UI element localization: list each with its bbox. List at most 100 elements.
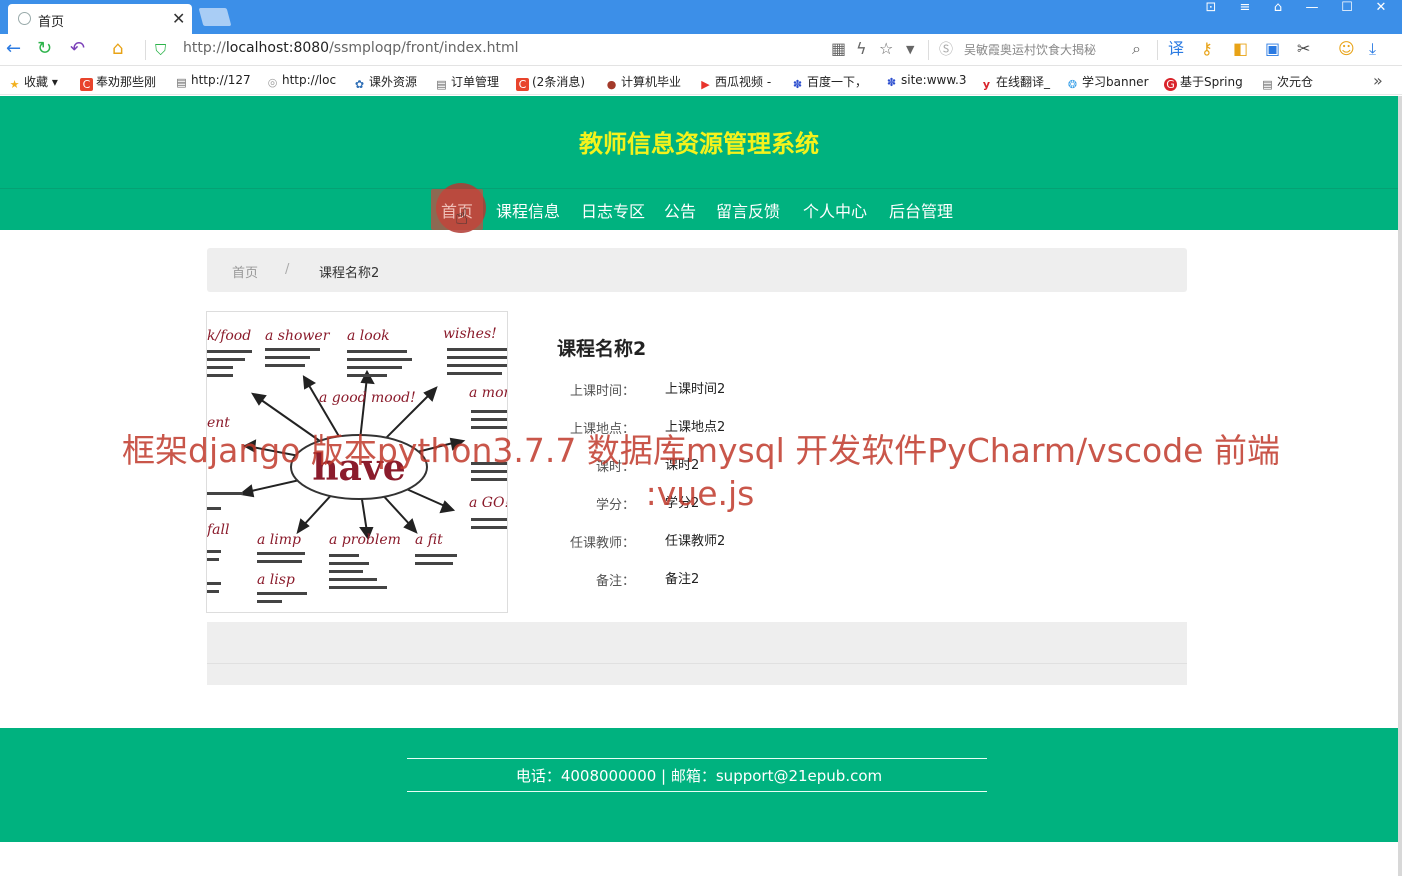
course-title: 课程名称2 bbox=[557, 338, 647, 360]
lightning-icon[interactable]: ϟ bbox=[856, 39, 867, 59]
scissors-icon[interactable]: ✂ bbox=[1297, 39, 1310, 59]
shield-icon bbox=[18, 12, 31, 25]
page-icon: ▤ bbox=[1262, 78, 1273, 91]
bookmark-item[interactable]: ● 计算机毕业 bbox=[605, 73, 681, 91]
bookmark-item[interactable]: ✽ 百度一下， bbox=[791, 73, 867, 91]
key-icon[interactable]: ⚷ bbox=[1201, 39, 1213, 59]
site-header: 教师信息资源管理系统 bbox=[0, 96, 1398, 188]
watermark-line-1: 框架django 版本python3.7.7 数据库mysql 开发软件PyCh… bbox=[122, 431, 1280, 470]
breadcrumb: 首页 / 课程名称2 bbox=[207, 248, 1187, 292]
emoji-icon[interactable]: ☺ bbox=[1338, 39, 1355, 59]
tab-title: 首页 bbox=[38, 15, 65, 30]
search-icon[interactable]: ⌕ bbox=[1132, 39, 1141, 59]
play-icon: ▶ bbox=[701, 78, 710, 91]
url-field[interactable]: http://localhost:8080/ssmploqp/front/ind… bbox=[183, 40, 519, 56]
content-panel-header bbox=[207, 622, 1187, 664]
url-host: localhost:8080 bbox=[225, 40, 330, 56]
svg-text:a problem: a problem bbox=[329, 532, 401, 548]
bookmark-item[interactable]: ✽ site:www.3 bbox=[885, 73, 967, 89]
bookmarks-bar: ★ 收藏 ▾ C 奉劝那些刚 ▤ http://127 ◎ http://loc ✿ 课外… bbox=[0, 67, 1402, 95]
bookmark-item[interactable]: C 奉劝那些刚 bbox=[80, 73, 156, 91]
page-icon: ▤ bbox=[176, 76, 187, 89]
extension-icon[interactable]: ◧ bbox=[1233, 39, 1248, 59]
nav-item-journal[interactable]: 日志专区 bbox=[581, 198, 645, 222]
tab-count-icon[interactable]: ⊡ bbox=[1197, 0, 1225, 18]
label-class-time: 上课时间： bbox=[569, 384, 635, 399]
watermark-line-2: :vue.js bbox=[645, 474, 755, 513]
url-prefix: http:// bbox=[183, 40, 226, 56]
gear-icon: ❂ bbox=[1067, 78, 1078, 91]
site-footer: 电话：4008000000 | 邮箱：support@21epub.com bbox=[0, 728, 1398, 842]
download-icon[interactable]: ⤓ bbox=[1369, 39, 1376, 59]
bookmark-item[interactable]: ◎ http://loc bbox=[266, 73, 336, 89]
footer-divider-bottom bbox=[407, 791, 987, 792]
svg-text:a limp: a limp bbox=[257, 532, 301, 548]
url-path: /ssmploqp/front/index.html bbox=[329, 40, 519, 56]
csdn-icon: C bbox=[516, 78, 529, 91]
chevron-down-icon[interactable]: ▼ bbox=[906, 40, 914, 60]
hand-cursor-icon: ☝ bbox=[455, 205, 469, 230]
csdn-icon: C bbox=[80, 78, 93, 91]
content-panel-body bbox=[207, 664, 1187, 685]
new-tab-button[interactable] bbox=[198, 8, 232, 26]
maximize-icon[interactable]: ☐ bbox=[1333, 0, 1361, 18]
bookmark-item[interactable]: ▤ http://127 bbox=[175, 73, 250, 89]
breadcrumb-separator: / bbox=[285, 262, 290, 277]
nav-item-admin[interactable]: 后台管理 bbox=[889, 198, 953, 222]
footer-contact: 电话：4008000000 | 邮箱：support@21epub.com bbox=[515, 767, 883, 785]
circle-icon: ● bbox=[606, 78, 617, 91]
nav-item-feedback[interactable]: 留言反馈 bbox=[716, 198, 780, 222]
globe-icon: ◎ bbox=[267, 76, 278, 89]
label-remarks: 备注： bbox=[595, 574, 635, 589]
undo-icon[interactable]: ↶ bbox=[70, 38, 85, 60]
svg-text:a good mood!: a good mood! bbox=[319, 390, 416, 406]
breadcrumb-current: 课程名称2 bbox=[319, 266, 380, 281]
qr-icon[interactable]: ▦ bbox=[831, 39, 846, 59]
bookmark-item[interactable]: ★ 收藏 ▾ bbox=[8, 73, 58, 91]
close-icon[interactable]: ✕ bbox=[172, 9, 185, 28]
label-teacher: 任课教师： bbox=[569, 536, 635, 551]
home-icon[interactable]: ⌂ bbox=[112, 38, 123, 60]
more-bookmarks-icon[interactable]: » bbox=[1373, 71, 1383, 90]
nav-item-profile[interactable]: 个人中心 bbox=[803, 198, 867, 222]
bookmark-item[interactable]: ✿ 课外资源 bbox=[353, 73, 417, 91]
browser-tab-bar: 首页 ✕ ⊡ ≡ ⌂ — ☐ ✕ bbox=[0, 0, 1402, 34]
svg-text:wishes!: wishes! bbox=[443, 326, 497, 342]
bookmark-item[interactable]: ▤ 次元仓 bbox=[1261, 73, 1313, 91]
back-icon[interactable]: ← bbox=[6, 38, 21, 60]
window-close-icon[interactable]: ✕ bbox=[1367, 0, 1395, 18]
flower-icon: ✿ bbox=[354, 78, 365, 91]
minimize-icon[interactable]: — bbox=[1298, 0, 1326, 18]
paw-icon: ✽ bbox=[792, 78, 803, 91]
bookmark-item[interactable]: ▤ 订单管理 bbox=[435, 73, 499, 91]
paw-icon: ✽ bbox=[886, 76, 897, 89]
footer-divider-top bbox=[407, 758, 987, 759]
bookmark-item[interactable]: G 基于Spring bbox=[1164, 73, 1243, 91]
star-icon: ★ bbox=[9, 78, 20, 91]
secure-shield-icon: ⛉ bbox=[155, 41, 167, 59]
page-icon: ▤ bbox=[436, 78, 447, 91]
notes-icon[interactable]: ▣ bbox=[1265, 39, 1280, 59]
svg-text:a shower: a shower bbox=[265, 328, 331, 344]
bookmark-item[interactable]: ❂ 学习banner bbox=[1066, 73, 1149, 91]
bookmark-item[interactable]: ▶ 西瓜视频 - bbox=[699, 73, 771, 91]
skin-icon[interactable]: ⌂ bbox=[1264, 0, 1292, 18]
address-bar: ← ↻ ↶ ⌂ ⛉ http://localhost:8080/ssmploqp… bbox=[0, 34, 1402, 66]
value-remarks: 备注2 bbox=[665, 572, 700, 587]
translate-icon[interactable]: 译 bbox=[1168, 39, 1184, 59]
search-input[interactable]: 吴敏霞奥运村饮食大揭秘 bbox=[964, 41, 1096, 58]
menu-icon[interactable]: ≡ bbox=[1231, 0, 1259, 18]
reload-icon[interactable]: ↻ bbox=[37, 38, 52, 60]
breadcrumb-home[interactable]: 首页 bbox=[232, 262, 258, 281]
browser-tab-active[interactable]: 首页 ✕ bbox=[8, 4, 192, 34]
svg-text:a mon: a mon bbox=[469, 385, 507, 401]
search-engine-icon[interactable]: Ⓢ bbox=[939, 40, 953, 60]
g-icon: G bbox=[1164, 78, 1177, 91]
site-title: 教师信息资源管理系统 bbox=[579, 130, 819, 158]
star-icon[interactable]: ☆ bbox=[879, 39, 893, 59]
bookmark-item[interactable]: C (2条消息) bbox=[516, 73, 585, 91]
nav-item-courses[interactable]: 课程信息 bbox=[496, 198, 560, 222]
nav-item-notice[interactable]: 公告 bbox=[664, 198, 696, 222]
svg-text:a lisp: a lisp bbox=[257, 572, 295, 588]
bookmark-item[interactable]: y 在线翻译_ bbox=[980, 73, 1050, 91]
